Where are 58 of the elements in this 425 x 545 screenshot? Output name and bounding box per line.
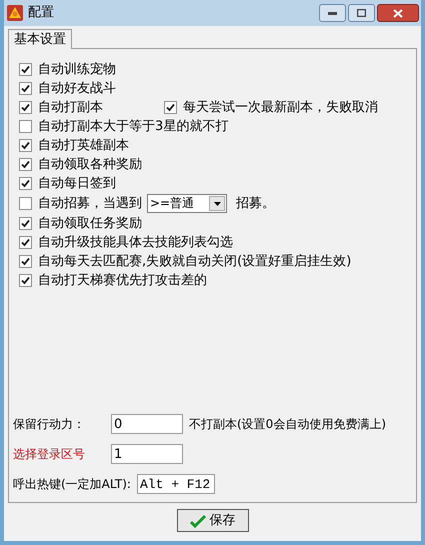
checkbox-label: 自动打副本大于等于3星的就不打 <box>38 118 228 135</box>
checkbox[interactable] <box>19 120 32 133</box>
checkmark-icon <box>21 84 30 93</box>
maximize-icon <box>357 9 366 17</box>
checkbox-label: 自动领取各种奖励 <box>38 156 142 173</box>
tab[interactable]: 基本设置 <box>8 29 72 49</box>
checkbox[interactable] <box>19 63 32 76</box>
checkmark-icon <box>21 141 30 150</box>
checkbox[interactable] <box>19 217 32 230</box>
checkbox-label: 自动招募，当遇到 <box>38 195 142 212</box>
field-note: 不打副本(设置0会自动使用免费满上) <box>189 416 386 433</box>
checkbox[interactable] <box>19 274 32 287</box>
checkbox[interactable] <box>19 236 32 249</box>
dropdown-arrow-icon <box>214 202 220 206</box>
checkbox[interactable] <box>19 197 32 210</box>
field-label: 选择登录区号 <box>13 446 86 463</box>
input-field[interactable]: 1 <box>111 444 183 464</box>
dropdown[interactable]: >=普通 <box>147 194 227 213</box>
checkbox[interactable] <box>19 177 32 190</box>
checkmark-icon <box>166 103 175 112</box>
checkbox-label: 自动每日签到 <box>38 175 116 192</box>
field-label: 保留行动力： <box>13 416 86 433</box>
checkmark-icon <box>21 65 30 74</box>
window-title: 配置 <box>28 4 54 22</box>
checkmark-icon <box>21 160 30 169</box>
close-icon <box>393 8 403 18</box>
checkbox[interactable] <box>19 82 32 95</box>
app-logo-icon <box>6 4 24 22</box>
checkmark-icon <box>21 238 30 247</box>
checkbox[interactable] <box>19 255 32 268</box>
field-label: 呼出热键(一定加ALT): <box>13 476 131 493</box>
save-button[interactable]: 保存 <box>176 509 248 532</box>
checkmark-icon <box>21 219 30 228</box>
checkbox-label: 自动好友战斗 <box>38 80 116 97</box>
checkbox-label: 自动升级技能具体去技能列表勾选 <box>38 234 233 251</box>
checkbox-label: 自动领取任务奖励 <box>38 215 142 232</box>
checkmark-icon <box>21 103 30 112</box>
checkmark-icon <box>21 179 30 188</box>
checkbox[interactable] <box>164 101 177 114</box>
maximize-button[interactable] <box>348 4 375 22</box>
checkmark-icon <box>190 514 206 528</box>
checkbox[interactable] <box>19 101 32 114</box>
checkmark-icon <box>21 276 30 285</box>
checkbox-label: 自动打副本 <box>38 99 103 116</box>
close-button[interactable] <box>377 4 419 22</box>
recruit-suffix: 招募。 <box>236 195 275 212</box>
checkbox-label: 每天尝试一次最新副本，失败取消 <box>183 99 378 116</box>
checkbox-label: 自动训练宠物 <box>38 61 116 78</box>
checkbox[interactable] <box>19 158 32 171</box>
checkbox-label: 自动打天梯赛优先打攻击差的 <box>38 272 207 289</box>
checkbox-label: 自动每天去匹配赛,失败就自动关闭(设置好重启挂生效) <box>38 253 352 270</box>
checkbox-label: 自动打英雄副本 <box>38 137 129 154</box>
checkbox[interactable] <box>19 139 32 152</box>
minimize-button[interactable] <box>319 4 346 22</box>
minimize-icon <box>328 12 337 14</box>
input-field[interactable]: 0 <box>111 414 183 434</box>
checkmark-icon <box>21 257 30 266</box>
input-field[interactable]: Alt + F12 <box>136 474 215 494</box>
